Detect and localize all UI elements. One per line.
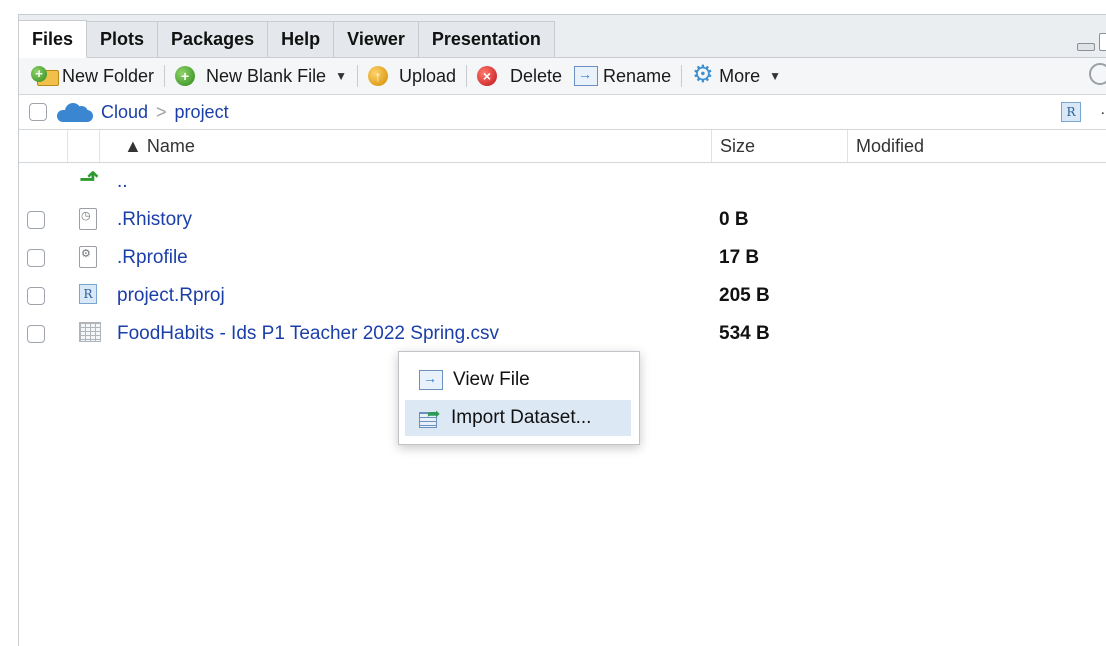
file-name-link[interactable]: .Rhistory [117, 209, 192, 231]
rename-label: Rename [603, 65, 672, 86]
row-checkbox[interactable] [27, 211, 45, 229]
gear-icon: ⚙ [692, 61, 714, 88]
up-arrow-icon: ⬏ [79, 166, 100, 193]
upload-label: Upload [398, 65, 457, 86]
rename-button[interactable]: → Rename [568, 61, 677, 91]
gear-file-icon: ⚙ [79, 246, 97, 268]
modified-column-header[interactable]: Modified [847, 130, 1106, 162]
csv-file-icon [79, 322, 101, 344]
more-button[interactable]: ⚙ More ▼ [686, 61, 787, 91]
new-blank-file-button[interactable]: + New Blank File ▼ [169, 61, 353, 91]
header-icon-column [67, 130, 99, 162]
chevron-down-icon: ▼ [335, 69, 347, 83]
r-project-icon[interactable]: R [1061, 102, 1081, 122]
file-context-menu: → View File ➦ Import Dataset... [398, 351, 640, 445]
row-checkbox[interactable] [27, 287, 45, 305]
add-icon: + [175, 66, 196, 86]
more-label: More [719, 65, 761, 86]
new-folder-button[interactable]: + New Folder [27, 61, 160, 91]
delete-button[interactable]: × Delete [471, 61, 568, 91]
name-column-label: ▲ Name [124, 135, 195, 156]
row-checkbox[interactable] [27, 249, 45, 267]
breadcrumb: Cloud > project R . [19, 95, 1106, 130]
file-list-header: ▲ Name Size Modified [19, 130, 1106, 163]
size-column-label: Size [720, 135, 756, 156]
import-dataset-label: Import Dataset... [451, 407, 592, 428]
tab-viewer[interactable]: Viewer [334, 21, 419, 57]
modified-column-label: Modified [856, 135, 925, 156]
upload-button[interactable]: ↑ Upload [362, 61, 462, 91]
more-dots-icon[interactable]: . [1101, 101, 1105, 119]
pane-window-controls [1077, 33, 1106, 51]
size-column-header[interactable]: Size [711, 130, 847, 162]
delete-icon: × [477, 66, 498, 86]
tab-files[interactable]: Files [19, 20, 88, 58]
chevron-down-icon: ▼ [769, 69, 781, 83]
view-file-label: View File [453, 369, 530, 390]
table-row[interactable]: ⚙ .Rprofile 17 B [19, 239, 1106, 277]
tab-help[interactable]: Help [268, 21, 335, 57]
toolbar-divider [164, 65, 166, 87]
files-toolbar: + New Folder + New Blank File ▼ ↑ Upload… [19, 58, 1106, 95]
new-blank-file-label: New Blank File [206, 65, 327, 86]
file-name-link[interactable]: .Rprofile [117, 247, 188, 269]
file-size: 0 B [719, 209, 749, 230]
toolbar-divider [356, 65, 358, 87]
minimize-pane-button[interactable] [1077, 43, 1095, 51]
files-pane: Files Plots Packages Help Viewer Present… [18, 14, 1106, 646]
toolbar-divider [466, 65, 468, 87]
menu-item-import-dataset[interactable]: ➦ Import Dataset... [405, 400, 631, 436]
view-file-icon: → [419, 370, 443, 390]
import-dataset-icon: ➦ [419, 406, 441, 428]
rename-icon: → [574, 66, 599, 86]
file-name-link[interactable]: FoodHabits - Ids P1 Teacher 2022 Spring.… [117, 323, 499, 345]
name-column-header[interactable]: ▲ Name [99, 130, 711, 162]
parent-dir-link[interactable]: .. [117, 171, 128, 193]
new-folder-label: New Folder [62, 65, 155, 86]
new-folder-icon: + [31, 66, 59, 86]
row-checkbox[interactable] [27, 325, 45, 343]
file-name-link[interactable]: project.Rproj [117, 285, 225, 307]
maximize-pane-button[interactable] [1099, 33, 1106, 51]
file-size: 534 B [719, 323, 770, 344]
file-size: 17 B [719, 247, 760, 268]
breadcrumb-project[interactable]: project [175, 102, 229, 123]
tab-packages[interactable]: Packages [158, 21, 269, 57]
history-file-icon: ◷ [79, 208, 97, 230]
table-row[interactable]: FoodHabits - Ids P1 Teacher 2022 Spring.… [19, 315, 1106, 353]
select-all-checkbox[interactable] [29, 103, 47, 121]
breadcrumb-cloud[interactable]: Cloud [101, 102, 148, 123]
parent-dir-row[interactable]: ⬏ .. [19, 163, 1106, 201]
delete-label: Delete [510, 65, 563, 86]
table-row[interactable]: ◷ .Rhistory 0 B [19, 201, 1106, 239]
r-project-icon: R [79, 284, 97, 306]
breadcrumb-separator: > [156, 101, 167, 122]
file-size: 205 B [719, 285, 770, 306]
table-row[interactable]: R project.Rproj 205 B [19, 277, 1106, 315]
cloud-icon [57, 102, 93, 122]
upload-icon: ↑ [367, 66, 388, 86]
refresh-icon[interactable] [1089, 63, 1106, 85]
menu-item-view-file[interactable]: → View File [405, 362, 631, 398]
pane-tabbar: Files Plots Packages Help Viewer Present… [19, 15, 1106, 58]
toolbar-divider [681, 65, 683, 87]
tab-plots[interactable]: Plots [87, 21, 159, 57]
tab-presentation[interactable]: Presentation [418, 21, 555, 57]
